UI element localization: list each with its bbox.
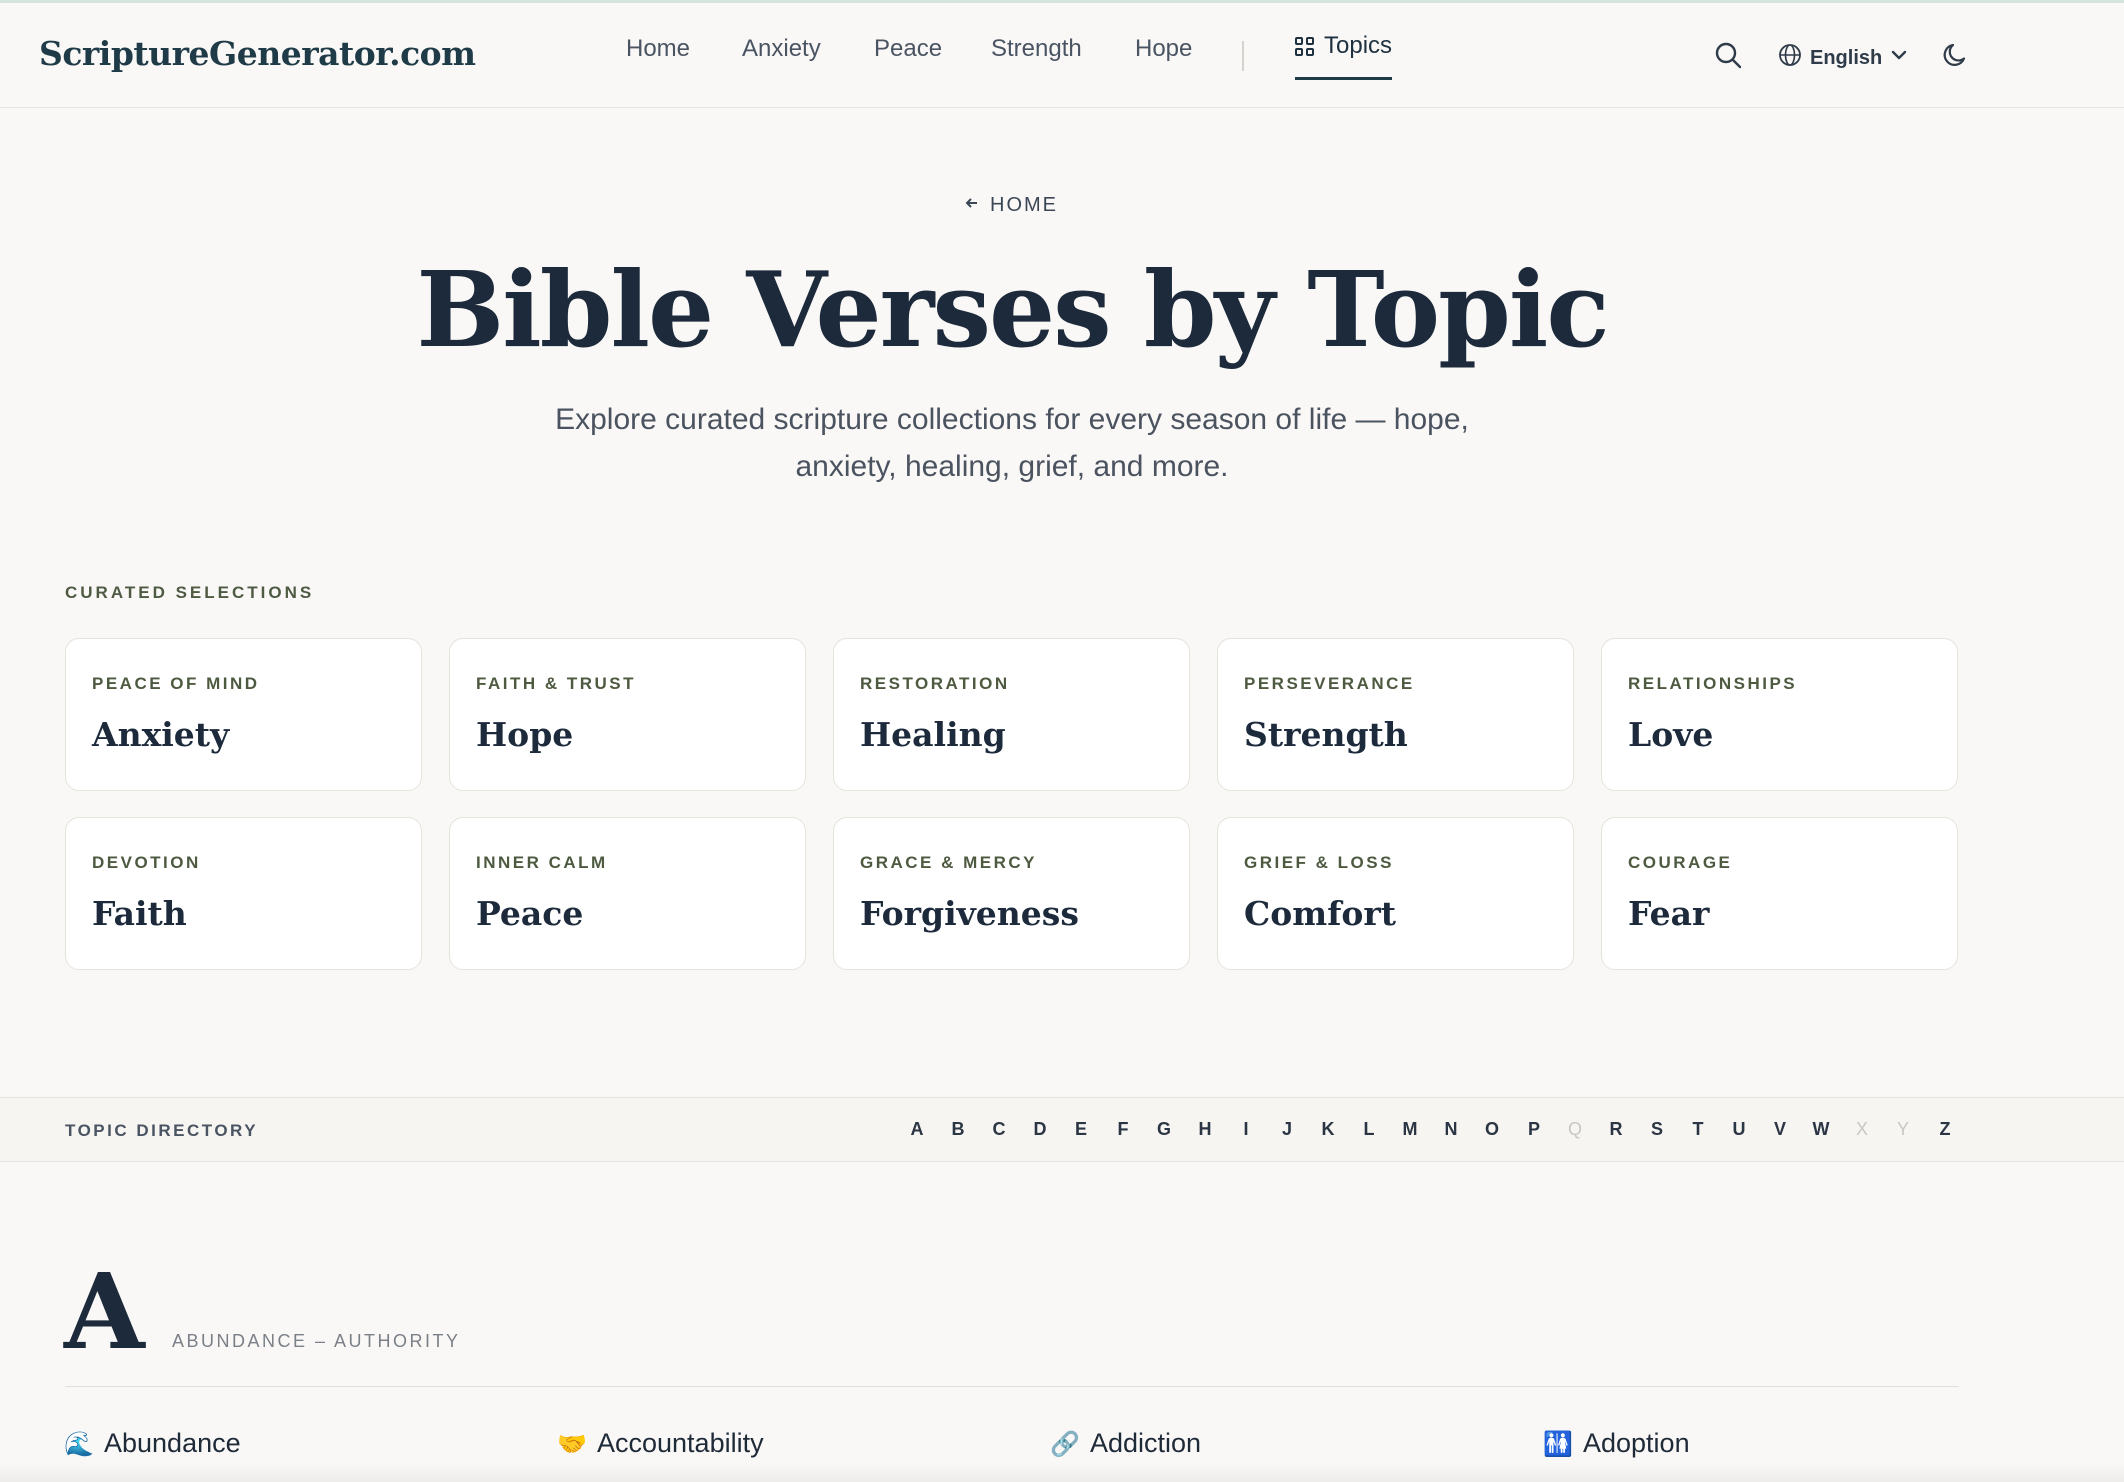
nav-divider [1242,41,1244,71]
letter-b[interactable]: B [946,1119,970,1140]
letter-p[interactable]: P [1522,1119,1546,1140]
letter-l[interactable]: L [1357,1119,1381,1140]
letter-y: Y [1896,1119,1909,1139]
nav-topics-label: Topics [1324,32,1393,59]
back-home-label: HOME [990,194,1058,216]
site-header: ScriptureGenerator.com Home Anxiety Peac… [0,3,2124,108]
search-icon[interactable] [1714,41,1742,74]
topic-card-hope[interactable]: FAITH & TRUST Hope [449,638,806,791]
topic-link-accountability[interactable]: 🤝 Accountability [557,1428,764,1459]
language-label: English [1810,46,1883,69]
topic-link-abundance[interactable]: 🌊 Abundance [64,1428,241,1459]
card-kicker: PEACE OF MIND [92,674,260,693]
card-kicker: DEVOTION [92,853,201,872]
letter-a[interactable]: A [905,1119,929,1140]
card-title: Healing [860,715,1006,754]
card-title: Faith [92,894,187,933]
card-kicker: RESTORATION [860,674,1010,693]
letter-o[interactable]: O [1480,1119,1504,1140]
card-kicker: GRIEF & LOSS [1244,853,1394,872]
letter-z[interactable]: Z [1933,1119,1957,1140]
wave-icon: 🌊 [64,1429,94,1458]
card-kicker: PERSEVERANCE [1244,674,1415,693]
letter-f[interactable]: F [1111,1119,1135,1140]
moon-icon[interactable] [1942,41,1970,74]
nav-hope[interactable]: Hope [1135,35,1192,63]
letter-g[interactable]: G [1152,1119,1176,1140]
topic-directory-label: TOPIC DIRECTORY [65,1121,259,1140]
topic-label: Abundance [104,1428,241,1458]
topic-card-faith[interactable]: DEVOTION Faith [65,817,422,970]
card-kicker: RELATIONSHIPS [1628,674,1798,693]
link-icon: 🔗 [1050,1429,1080,1458]
nav-anxiety[interactable]: Anxiety [742,35,821,63]
globe-icon [1778,43,1802,73]
letter-n[interactable]: N [1439,1119,1463,1140]
letter-i[interactable]: I [1234,1119,1258,1140]
nav-peace[interactable]: Peace [874,35,942,63]
topic-label: Adoption [1583,1428,1690,1458]
letter-r[interactable]: R [1604,1119,1628,1140]
letter-q: Q [1567,1119,1582,1139]
nav-home[interactable]: Home [626,35,690,63]
section-letter: A [64,1250,145,1373]
card-kicker: COURAGE [1628,853,1733,872]
site-logo[interactable]: ScriptureGenerator.com [39,34,476,73]
nav-strength[interactable]: Strength [991,35,1082,63]
topic-link-addiction[interactable]: 🔗 Addiction [1050,1428,1201,1459]
grid-icon [1295,37,1314,56]
letter-d[interactable]: D [1028,1119,1052,1140]
card-title: Love [1628,715,1714,754]
nav-topics-active[interactable]: Topics [1295,32,1393,80]
subtitle-line-1: Explore curated scripture collections fo… [555,403,1469,436]
letter-u[interactable]: U [1727,1119,1751,1140]
section-divider [65,1386,1959,1387]
letter-j[interactable]: J [1275,1119,1299,1140]
card-title: Forgiveness [860,894,1079,933]
topic-card-anxiety[interactable]: PEACE OF MIND Anxiety [65,638,422,791]
letter-x: X [1855,1119,1868,1139]
letter-m[interactable]: M [1398,1119,1422,1140]
bottom-fade [0,1462,2124,1482]
handshake-icon: 🤝 [557,1429,587,1458]
topic-link-adoption[interactable]: 🚻 Adoption [1543,1428,1690,1459]
topic-card-love[interactable]: RELATIONSHIPS Love [1601,638,1958,791]
family-icon: 🚻 [1543,1429,1573,1458]
topic-label: Accountability [597,1428,764,1458]
language-selector[interactable]: English [1778,43,1908,73]
section-range: ABUNDANCE – AUTHORITY [172,1331,461,1351]
topic-card-forgiveness[interactable]: GRACE & MERCY Forgiveness [833,817,1190,970]
letter-h[interactable]: H [1193,1119,1217,1140]
page-title: Bible Verses by Topic [416,248,1609,371]
page-subtitle: Explore curated scripture collections fo… [512,396,1512,490]
letter-w[interactable]: W [1809,1119,1833,1140]
topic-card-peace[interactable]: INNER CALM Peace [449,817,806,970]
topic-card-comfort[interactable]: GRIEF & LOSS Comfort [1217,817,1574,970]
topic-card-strength[interactable]: PERSEVERANCE Strength [1217,638,1574,791]
card-title: Anxiety [92,715,230,754]
arrow-left-icon [964,194,980,217]
topic-label: Addiction [1090,1428,1202,1458]
topic-directory-bar: TOPIC DIRECTORY ABCDEFGHIJKLMNOP Q RSTUVW X… [0,1097,2124,1162]
card-kicker: GRACE & MERCY [860,853,1038,872]
letter-k[interactable]: K [1316,1119,1340,1140]
curated-section-label: CURATED SELECTIONS [65,583,315,602]
card-title: Strength [1244,715,1408,754]
letter-e[interactable]: E [1069,1119,1093,1140]
letter-t[interactable]: T [1686,1119,1710,1140]
card-kicker: INNER CALM [476,853,608,872]
letter-s[interactable]: S [1645,1119,1669,1140]
chevron-down-icon [1890,46,1908,70]
card-title: Fear [1628,894,1710,933]
back-home-link[interactable]: HOME [964,194,1058,217]
letter-c[interactable]: C [987,1119,1011,1140]
topic-card-healing[interactable]: RESTORATION Healing [833,638,1190,791]
subtitle-line-2: anxiety, healing, grief, and more. [795,450,1229,483]
card-title: Comfort [1244,894,1397,933]
card-kicker: FAITH & TRUST [476,674,636,693]
letter-v[interactable]: V [1768,1119,1792,1140]
topic-card-fear[interactable]: COURAGE Fear [1601,817,1958,970]
card-title: Hope [476,715,574,754]
card-title: Peace [476,894,584,933]
